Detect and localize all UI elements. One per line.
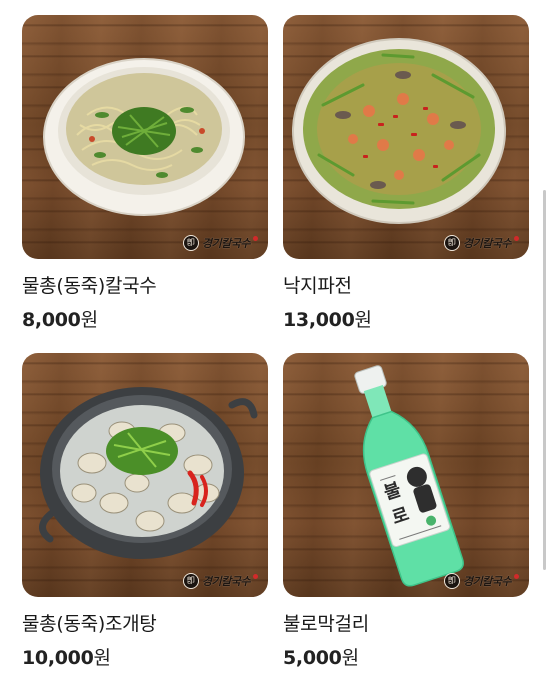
seafood-pancake-icon <box>292 38 506 224</box>
menu-item-price: 13,000원 <box>283 309 529 331</box>
menu-item-card[interactable]: 卽 경기칼국수 낙지파전 13,000원 <box>283 15 529 331</box>
menu-item-card[interactable]: 卽 경기칼국수 물총(동죽)칼국수 8,000원 <box>22 15 268 331</box>
brand-logo: 卽 경기칼국수 <box>182 235 258 251</box>
noodle-soup-bowl-icon <box>43 58 245 216</box>
menu-item-name[interactable]: 물총(동죽)칼국수 <box>22 275 268 297</box>
menu-item-price-value: 5,000 <box>283 647 342 669</box>
menu-item-price-currency: 원 <box>93 647 111 669</box>
vertical-scrollbar[interactable] <box>543 190 546 570</box>
brand-logo-text: 경기칼국수 <box>201 575 251 588</box>
brand-logo-icon: 卽 <box>443 573 460 589</box>
menu-item-price: 10,000원 <box>22 647 268 669</box>
brand-logo-icon: 卽 <box>182 235 199 251</box>
menu-item-photo[interactable]: 卽 경기칼국수 <box>22 353 268 597</box>
menu-item-price-currency: 원 <box>354 309 372 331</box>
brand-logo-dot <box>514 573 519 579</box>
menu-item-price-value: 8,000 <box>22 309 81 331</box>
menu-item-price-value: 13,000 <box>283 309 355 331</box>
brand-logo-dot <box>514 235 519 241</box>
menu-item-photo[interactable]: 卽 경기칼국수 <box>22 15 268 259</box>
brand-logo-dot <box>253 235 258 241</box>
menu-item-name[interactable]: 물총(동죽)조개탕 <box>22 613 268 635</box>
menu-item-price-currency: 원 <box>341 647 359 669</box>
brand-logo-dot <box>253 573 258 579</box>
brand-logo: 卽 경기칼국수 <box>182 573 258 589</box>
brand-logo-icon: 卽 <box>182 573 199 589</box>
menu-item-card[interactable]: 卽 경기칼국수 물총(동죽)조개탕 10,000원 <box>22 353 268 669</box>
brand-logo: 卽 경기칼국수 <box>443 235 519 251</box>
menu-item-price-currency: 원 <box>80 309 98 331</box>
menu-item-price: 8,000원 <box>22 309 268 331</box>
brand-logo-icon: 卽 <box>443 235 460 251</box>
menu-item-card[interactable]: 불 로 卽 경기칼국수 불로막걸리 5,000원 <box>283 353 529 669</box>
menu-item-photo[interactable]: 卽 경기칼국수 <box>283 15 529 259</box>
brand-logo-text: 경기칼국수 <box>462 237 512 250</box>
menu-item-name[interactable]: 불로막걸리 <box>283 613 529 635</box>
makgeolli-bottle-icon: 불 로 <box>354 365 464 587</box>
brand-logo: 卽 경기칼국수 <box>443 573 519 589</box>
menu-item-price-value: 10,000 <box>22 647 94 669</box>
brand-logo-text: 경기칼국수 <box>201 237 251 250</box>
menu-item-photo[interactable]: 불 로 卽 경기칼국수 <box>283 353 529 597</box>
clam-soup-pot-icon <box>39 387 258 559</box>
brand-logo-text: 경기칼국수 <box>462 575 512 588</box>
menu-item-name[interactable]: 낙지파전 <box>283 275 529 297</box>
menu-item-price: 5,000원 <box>283 647 529 669</box>
menu-grid: 卽 경기칼국수 물총(동죽)칼국수 8,000원 卽 경기칼국수 낙지파전 13… <box>0 0 550 688</box>
